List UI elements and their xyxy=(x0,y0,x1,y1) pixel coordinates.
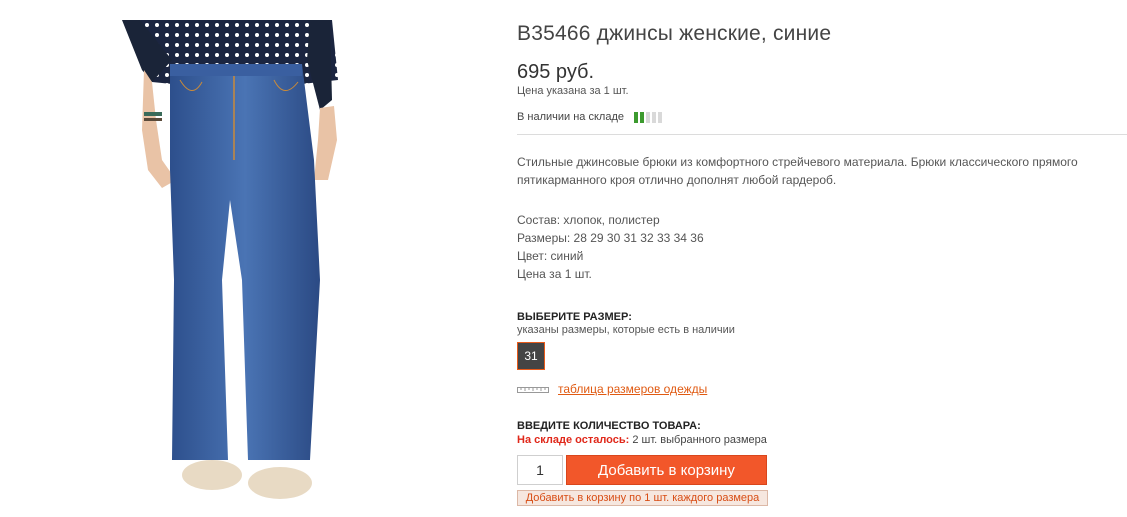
size-table-link-row[interactable]: таблица размеров одежды xyxy=(517,382,707,396)
size-section-note: указаны размеры, которые есть в наличии xyxy=(517,324,735,336)
stock-label: В наличии на складе xyxy=(517,111,624,123)
stock-remaining-value: 2 шт. выбранного размера xyxy=(632,434,767,446)
stock-level-icon xyxy=(633,111,662,123)
jeans-image xyxy=(122,20,338,499)
product-specs: Состав: хлопок, полистер Размеры: 28 29 … xyxy=(517,211,704,283)
price-note: Цена указана за 1 шт. xyxy=(517,85,629,97)
product-photo[interactable] xyxy=(52,20,427,507)
divider xyxy=(517,134,1127,135)
size-table-link[interactable]: таблица размеров одежды xyxy=(558,382,707,396)
stock-remaining-label: На складе осталось: xyxy=(517,434,630,446)
product-description: Стильные джинсовые брюки из комфортного … xyxy=(517,155,1078,187)
quantity-stock-info: На складе осталось: 2 шт. выбранного раз… xyxy=(517,434,767,446)
spec-unit-price: Цена за 1 шт. xyxy=(517,267,592,281)
spec-sizes: Размеры: 28 29 30 31 32 33 34 36 xyxy=(517,231,704,245)
product-title: B35466 джинсы женские, синие xyxy=(517,22,832,45)
spec-composition: Состав: хлопок, полистер xyxy=(517,213,660,227)
add-to-cart-button[interactable]: Добавить в корзину xyxy=(566,455,767,485)
quantity-section-title: ВВЕДИТЕ КОЛИЧЕСТВО ТОВАРА: xyxy=(517,420,701,432)
product-price: 695 руб. xyxy=(517,61,595,83)
size-option-31[interactable]: 31 xyxy=(517,342,545,370)
ruler-icon xyxy=(517,387,549,393)
product-info: B35466 джинсы женские, синие 695 руб. Це… xyxy=(517,0,1127,517)
size-section-title: ВЫБЕРИТЕ РАЗМЕР: xyxy=(517,311,632,323)
quantity-input[interactable] xyxy=(517,455,563,485)
stock-status: В наличии на складе xyxy=(517,111,662,123)
add-all-sizes-button[interactable]: Добавить в корзину по 1 шт. каждого разм… xyxy=(517,490,768,506)
spec-color: Цвет: синий xyxy=(517,249,584,263)
